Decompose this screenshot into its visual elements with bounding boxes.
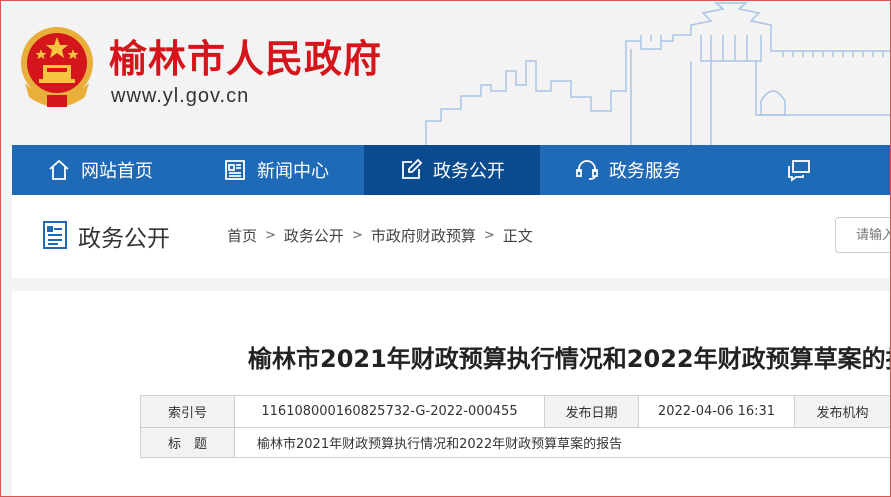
title-value: 榆林市2021年财政预算执行情况和2022年财政预算草案的报告 — [234, 427, 890, 458]
index-value: 116108000160825732-G-2022-000455 — [234, 395, 545, 428]
page-frame: 榆林市人民政府 www.yl.gov.cn 网站首页 新闻中心 政务公开 政务服… — [0, 0, 891, 497]
section-title: 政务公开 — [78, 226, 170, 252]
table-row: 标 题 榆林市2021年财政预算执行情况和2022年财政预算草案的报告 — [140, 427, 890, 458]
date-label: 发布日期 — [544, 395, 639, 428]
edit-icon — [402, 158, 423, 179]
org-label: 发布机构 — [794, 395, 890, 428]
main-nav: 网站首页 新闻中心 政务公开 政务服务 — [12, 145, 890, 195]
site-header: 榆林市人民政府 www.yl.gov.cn — [1, 1, 890, 145]
date-value: 2022-04-06 16:31 — [638, 395, 795, 428]
site-url: www.yl.gov.cn — [111, 85, 250, 107]
breadcrumb-separator: > — [265, 228, 276, 243]
national-emblem-icon — [21, 27, 93, 107]
breadcrumb-home[interactable]: 首页 — [227, 225, 257, 246]
nav-item-gov-affairs[interactable]: 政务公开 — [364, 145, 540, 195]
article-meta-table: 索引号 116108000160825732-G-2022-000455 发布日… — [140, 395, 890, 458]
breadcrumb-separator: > — [351, 228, 363, 243]
breadcrumb-current: 正文 — [502, 227, 533, 245]
nav-item-label: 网站首页 — [81, 161, 153, 182]
home-icon — [49, 159, 69, 180]
nav-item-label: 政务服务 — [609, 161, 681, 182]
site-title: 榆林市人民政府 — [109, 37, 383, 81]
index-label: 索引号 — [140, 395, 235, 428]
nav-item-label: 政务公开 — [433, 161, 505, 182]
nav-item-news[interactable]: 新闻中心 — [188, 145, 364, 195]
chat-icon — [788, 160, 810, 182]
search-input[interactable] — [835, 217, 890, 253]
nav-item-home[interactable]: 网站首页 — [12, 145, 188, 195]
breadcrumb-bar: 政务公开 首页 > 政务公开 > 市政府财政预算 > 正文 — [12, 195, 890, 278]
article-title: 榆林市2021年财政预算执行情况和2022年财政预算草案的报告 — [248, 345, 891, 373]
breadcrumb-separator: > — [483, 228, 495, 243]
breadcrumb: 首页 > 政务公开 > 市政府财政预算 > 正文 — [227, 225, 533, 246]
table-row: 索引号 116108000160825732-G-2022-000455 发布日… — [140, 395, 890, 428]
breadcrumb-budget[interactable]: 市政府财政预算 — [371, 225, 476, 246]
article-content: 榆林市2021年财政预算执行情况和2022年财政预算草案的报告 索引号 1161… — [12, 291, 891, 496]
nav-item-label: 新闻中心 — [257, 161, 329, 182]
city-wall-illustration — [425, 2, 890, 145]
title-label: 标 题 — [140, 427, 235, 458]
newspaper-icon — [225, 160, 245, 180]
nav-item-services[interactable]: 政务服务 — [540, 145, 716, 195]
nav-item-interaction[interactable] — [716, 145, 890, 195]
document-icon — [43, 221, 67, 249]
service-icon — [576, 160, 598, 180]
breadcrumb-gov-affairs[interactable]: 政务公开 — [284, 225, 344, 246]
